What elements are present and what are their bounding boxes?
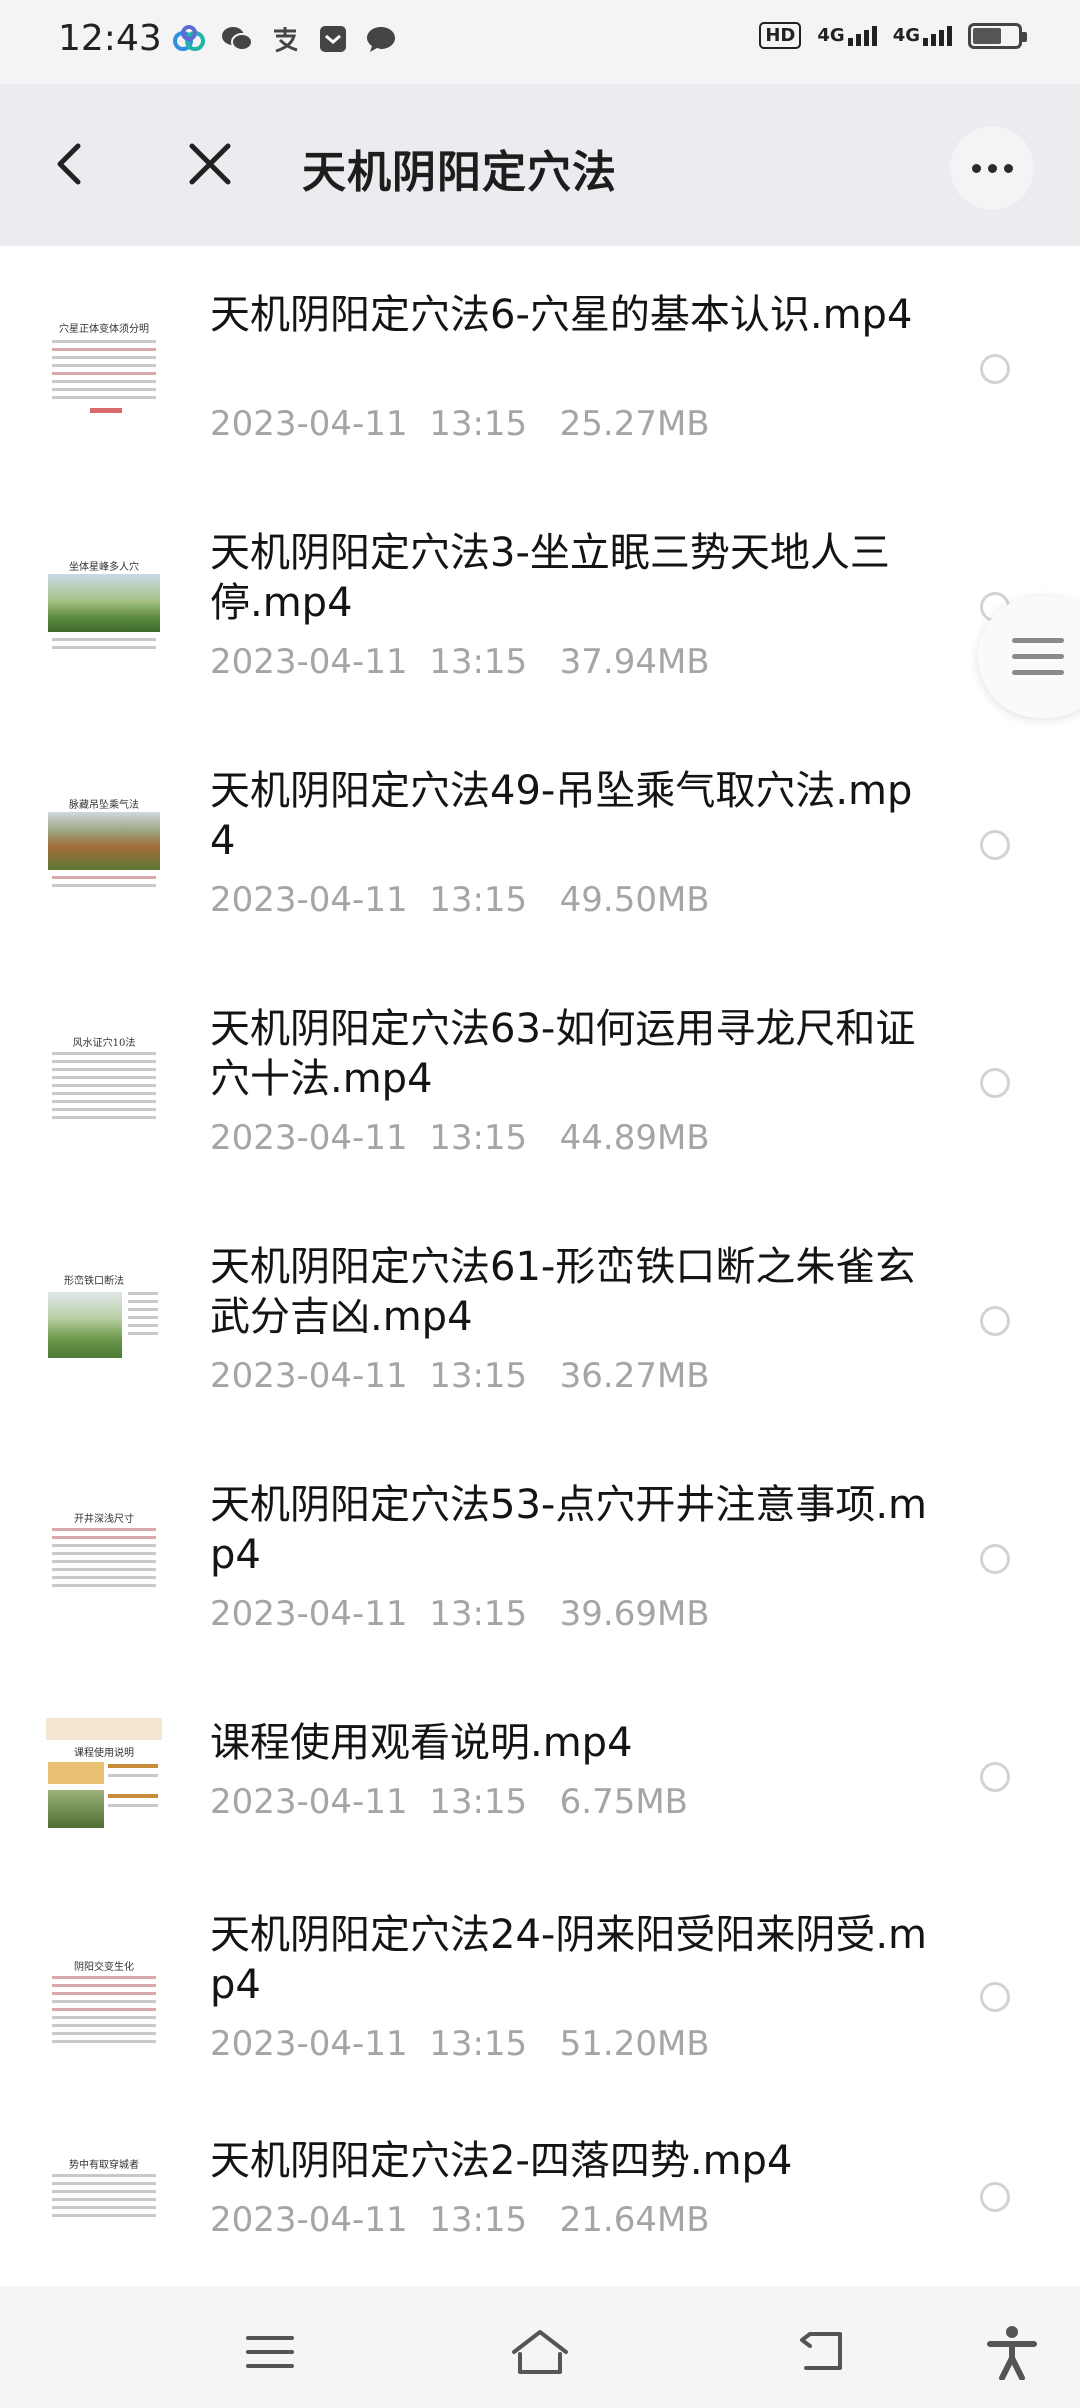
file-thumbnail: 势中有取穿城者: [46, 2142, 162, 2258]
list-item[interactable]: 脉藏吊坠乘气法 天机阴阳定穴法49-吊坠乘气取穴法.mp4 2023-04-11…: [0, 722, 1080, 960]
file-meta: 2023-04-11 13:15 25.27MB: [210, 404, 710, 444]
file-thumbnail: 穴星正体变体须分明: [46, 306, 162, 422]
system-status-icons: HD 4G 4G: [759, 22, 1027, 49]
notification-icons: [172, 22, 398, 56]
file-meta: 2023-04-11 13:15 36.27MB: [210, 1356, 710, 1396]
close-button[interactable]: [180, 134, 240, 194]
select-radio[interactable]: [980, 1068, 1010, 1098]
select-radio[interactable]: [980, 1762, 1010, 1792]
file-name: 天机阴阳定穴法2-四落四势.mp4: [210, 2138, 793, 2184]
file-meta: 2023-04-11 13:15 49.50MB: [210, 880, 710, 920]
app-header: 天机阴阳定穴法: [0, 84, 1080, 246]
file-thumbnail: 形峦铁口断法: [46, 1258, 162, 1374]
file-size: 39.69MB: [559, 1594, 710, 1634]
wechat-icon: [220, 22, 254, 56]
status-time: 12:43: [58, 18, 162, 59]
more-dots-icon: [971, 163, 981, 173]
file-meta: 2023-04-11 13:15 51.20MB: [210, 2024, 710, 2064]
list-item[interactable]: 穴星正体变体须分明 天机阴阳定穴法6-穴星的基本认识.mp4 2023-04-1…: [0, 246, 1080, 484]
baidu-netdisk-icon: [172, 22, 206, 56]
file-meta: 2023-04-11 13:15 21.64MB: [210, 2200, 710, 2240]
page-title: 天机阴阳定穴法: [302, 147, 617, 198]
menu-icon[interactable]: [242, 2324, 298, 2380]
signal-sim1-icon: 4G: [817, 25, 877, 46]
file-name: 天机阴阳定穴法24-阴来阳受阳来阴受.mp4: [210, 1912, 928, 2008]
hd-voice-icon: HD: [759, 22, 802, 49]
list-item[interactable]: 势中有取穿城者 天机阴阳定穴法2-四落四势.mp4 2023-04-11 13:…: [0, 2102, 1080, 2292]
status-bar: 12:43 HD 4G 4G: [0, 0, 1080, 84]
file-thumbnail: 开井深浅尺寸: [46, 1496, 162, 1612]
file-name: 天机阴阳定穴法63-如何运用寻龙尺和证穴十法.mp4: [210, 1006, 916, 1102]
file-thumbnail: 课程使用说明: [46, 1718, 162, 1834]
file-date: 2023-04-11 13:15: [210, 2200, 528, 2240]
system-nav-bar: [0, 2286, 1080, 2408]
more-options-button[interactable]: [950, 126, 1034, 210]
hamburger-icon: [1012, 638, 1064, 643]
chat-bubble-icon: [364, 22, 398, 56]
signal-sim2-icon: 4G: [893, 25, 952, 46]
file-size: 51.20MB: [559, 2024, 710, 2064]
battery-icon: [968, 22, 1027, 49]
file-date: 2023-04-11 13:15: [210, 1118, 528, 1158]
file-size: 6.75MB: [559, 1782, 689, 1822]
select-radio[interactable]: [980, 1544, 1010, 1574]
file-name: 天机阴阳定穴法53-点穴开井注意事项.mp4: [210, 1482, 928, 1578]
file-size: 36.27MB: [559, 1356, 710, 1396]
list-item[interactable]: 风水证穴10法 天机阴阳定穴法63-如何运用寻龙尺和证穴十法.mp4 2023-…: [0, 960, 1080, 1198]
message-box-icon: [316, 22, 350, 56]
select-radio[interactable]: [980, 354, 1010, 384]
alipay-icon: [268, 22, 302, 56]
file-name: 天机阴阳定穴法6-穴星的基本认识.mp4: [210, 292, 913, 338]
file-meta: 2023-04-11 13:15 44.89MB: [210, 1118, 710, 1158]
file-date: 2023-04-11 13:15: [210, 1594, 528, 1634]
accessibility-icon[interactable]: [984, 2324, 1040, 2381]
file-thumbnail: 风水证穴10法: [46, 1020, 162, 1136]
file-meta: 2023-04-11 13:15 39.69MB: [210, 1594, 710, 1634]
file-meta: 2023-04-11 13:15 37.94MB: [210, 642, 710, 682]
file-date: 2023-04-11 13:15: [210, 2024, 528, 2064]
home-icon[interactable]: [510, 2324, 568, 2380]
back-button[interactable]: [48, 134, 92, 194]
file-name: 课程使用观看说明.mp4: [210, 1720, 633, 1766]
file-date: 2023-04-11 13:15: [210, 1356, 528, 1396]
file-thumbnail: 脉藏吊坠乘气法: [46, 782, 162, 898]
list-item[interactable]: 形峦铁口断法 天机阴阳定穴法61-形峦铁口断之朱雀玄武分吉凶.mp4 2023-…: [0, 1198, 1080, 1436]
list-item[interactable]: 开井深浅尺寸 天机阴阳定穴法53-点穴开井注意事项.mp4 2023-04-11…: [0, 1436, 1080, 1674]
file-date: 2023-04-11 13:15: [210, 1782, 528, 1822]
file-size: 25.27MB: [559, 404, 710, 444]
list-item[interactable]: 阴阳交变生化 天机阴阳定穴法24-阴来阳受阳来阴受.mp4 2023-04-11…: [0, 1864, 1080, 2102]
file-name: 天机阴阳定穴法3-坐立眠三势天地人三停.mp4: [210, 530, 890, 626]
file-date: 2023-04-11 13:15: [210, 404, 528, 444]
file-size: 21.64MB: [559, 2200, 710, 2240]
list-item[interactable]: 坐体星峰多人穴 天机阴阳定穴法3-坐立眠三势天地人三停.mp4 2023-04-…: [0, 484, 1080, 722]
back-icon[interactable]: [796, 2324, 852, 2380]
file-size: 37.94MB: [559, 642, 710, 682]
file-meta: 2023-04-11 13:15 6.75MB: [210, 1782, 688, 1822]
close-icon: [189, 143, 231, 185]
file-date: 2023-04-11 13:15: [210, 880, 528, 920]
select-radio[interactable]: [980, 1982, 1010, 2012]
select-radio[interactable]: [980, 1306, 1010, 1336]
list-item[interactable]: 课程使用说明 课程使用观看说明.mp4 2023-04-11 13:15 6.7…: [0, 1674, 1080, 1864]
file-size: 49.50MB: [559, 880, 710, 920]
file-date: 2023-04-11 13:15: [210, 642, 528, 682]
select-radio[interactable]: [980, 830, 1010, 860]
file-name: 天机阴阳定穴法49-吊坠乘气取穴法.mp4: [210, 768, 913, 864]
select-radio[interactable]: [980, 2182, 1010, 2212]
file-size: 44.89MB: [559, 1118, 710, 1158]
file-name: 天机阴阳定穴法61-形峦铁口断之朱雀玄武分吉凶.mp4: [210, 1244, 916, 1340]
chevron-left-icon: [57, 143, 81, 185]
file-thumbnail: 坐体星峰多人穴: [46, 544, 162, 660]
file-thumbnail: 阴阳交变生化: [46, 1944, 162, 2060]
